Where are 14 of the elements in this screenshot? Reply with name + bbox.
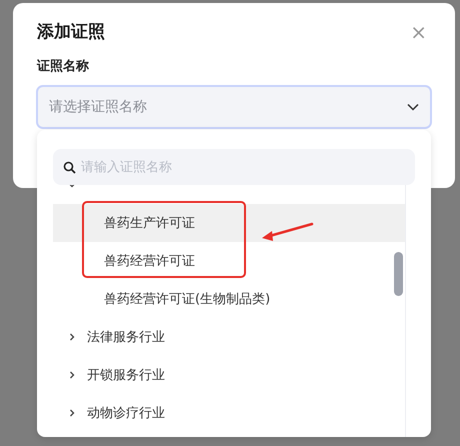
search-icon xyxy=(63,161,76,174)
tree-item[interactable]: 兽药经营许可证(生物制品类) xyxy=(53,280,405,318)
tree-category[interactable]: 开锁服务行业 xyxy=(53,356,405,394)
tree-category[interactable]: 法律服务行业 xyxy=(53,318,405,356)
chevron-right-icon xyxy=(67,332,77,342)
tree-item[interactable]: 兽药经营许可证 xyxy=(53,242,405,280)
search-field[interactable]: 请输入证照名称 xyxy=(53,149,415,185)
scrollbar-thumb[interactable] xyxy=(394,252,403,296)
chevron-right-icon xyxy=(67,370,77,380)
chevron-right-icon xyxy=(67,408,77,418)
dialog-title: 添加证照 xyxy=(37,21,105,43)
field-label: 证照名称 xyxy=(37,58,90,75)
tree-item[interactable]: 兽药生产许可证 xyxy=(53,204,405,242)
tree-category[interactable]: 动物诊疗行业 xyxy=(53,394,405,432)
